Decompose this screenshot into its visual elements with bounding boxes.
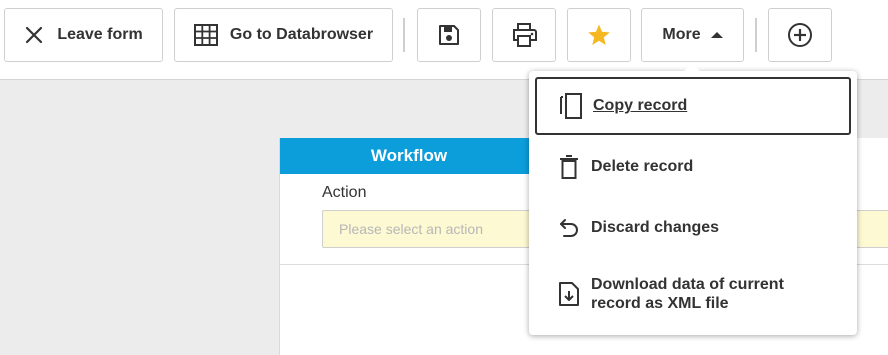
menu-item-label: Delete record: [591, 158, 694, 175]
menu-item-label: Discard changes: [591, 219, 720, 236]
print-button[interactable]: [492, 8, 556, 62]
file-download-icon: [555, 280, 583, 308]
menu-item-discard-changes[interactable]: Discard changes: [535, 200, 851, 256]
print-icon: [511, 23, 537, 47]
action-placeholder: Please select an action: [339, 221, 483, 237]
table-grid-icon: [193, 24, 218, 46]
close-icon: [24, 25, 44, 45]
menu-item-label: Copy record: [593, 97, 688, 114]
toolbar-separator: [755, 18, 757, 52]
more-label: More: [662, 26, 701, 43]
menu-item-delete-record[interactable]: Delete record: [535, 139, 851, 195]
favorite-button[interactable]: [567, 8, 631, 62]
workflow-tab[interactable]: Workflow: [280, 138, 538, 174]
copy-icon: [557, 92, 585, 120]
leave-form-button[interactable]: Leave form: [4, 8, 163, 62]
more-button[interactable]: More: [641, 8, 744, 62]
menu-item-label: Download data of current record as XML f…: [591, 276, 784, 312]
action-label: Action: [322, 184, 367, 201]
menu-caret: [684, 63, 700, 71]
more-dropdown-menu: Copy record Delete record Discard change…: [529, 63, 857, 335]
go-to-databrowser-button[interactable]: Go to Databrowser: [174, 8, 393, 62]
toolbar: Leave form Go to Databrowser More: [0, 0, 888, 80]
leave-form-label: Leave form: [57, 26, 143, 43]
caret-up-icon: [710, 31, 723, 39]
undo-icon: [555, 214, 583, 242]
go-to-databrowser-label: Go to Databrowser: [229, 26, 374, 43]
menu-item-download-xml[interactable]: Download data of current record as XML f…: [535, 265, 851, 323]
add-button[interactable]: [768, 8, 832, 62]
workflow-tab-label: Workflow: [370, 146, 448, 165]
toolbar-separator: [403, 18, 405, 52]
save-button[interactable]: [417, 8, 481, 62]
plus-circle-icon: [787, 22, 813, 48]
save-icon: [438, 24, 460, 46]
menu-item-copy-record[interactable]: Copy record: [535, 77, 851, 135]
star-icon: [587, 23, 611, 47]
trash-icon: [555, 153, 583, 181]
